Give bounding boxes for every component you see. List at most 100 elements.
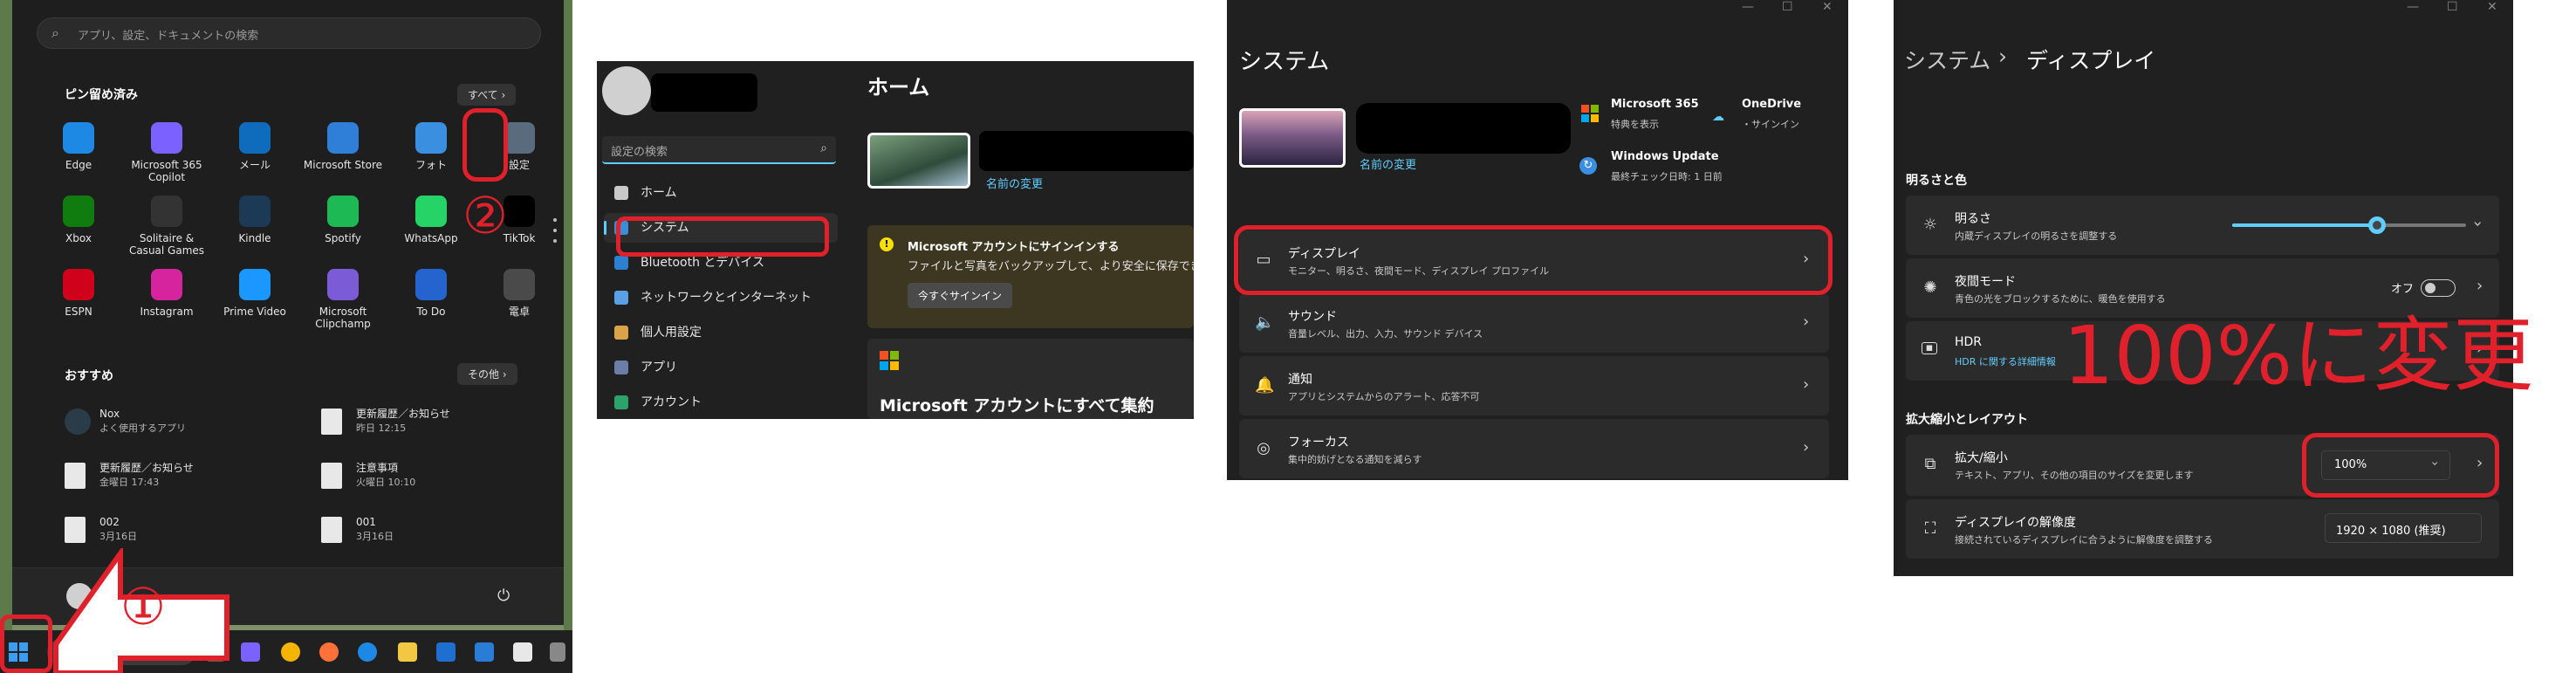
pinned-app[interactable]: Kindle (211, 196, 298, 244)
profile-avatar[interactable] (602, 66, 651, 115)
page-dot-3[interactable] (553, 239, 557, 243)
close-icon[interactable]: ✕ (1822, 0, 1833, 14)
app-icon (239, 269, 271, 300)
pinned-app[interactable]: To Do (387, 269, 475, 318)
item-sub: 集中的妨げとなる通知を減らす (1288, 454, 1422, 465)
pinned-app[interactable]: Prime Video (211, 269, 298, 318)
hdr-learn-more-link[interactable]: HDR に関する詳細情報 (1955, 354, 2056, 368)
recommended-item[interactable]: Nox よく使用するアプリ (65, 407, 291, 442)
taskbar-chrome-icon[interactable] (281, 642, 300, 662)
search-icon: ⌕ (51, 24, 59, 41)
app-icon (63, 196, 94, 227)
recommended-sub: 火曜日 10:10 (356, 477, 416, 488)
system-item[interactable]: ◎ フォーカス 集中的妨げとなる通知を減らす › (1239, 419, 1829, 478)
rename-link[interactable]: 名前の変更 (1360, 155, 1416, 172)
file-icon (65, 463, 86, 489)
pinned-app[interactable]: Microsoft Store (299, 122, 387, 171)
recommended-item[interactable]: 002 3月16日 (65, 515, 291, 550)
minimize-icon[interactable]: — (1742, 0, 1754, 14)
breadcrumb-parent[interactable]: システム (1904, 44, 1990, 75)
file-icon (65, 409, 91, 435)
start-menu-panel: ⌕ アプリ、設定、ドキュメントの検索 ピン留め済み すべて › Edge Micr… (0, 0, 572, 673)
nav-icon (614, 326, 628, 340)
taskbar-file-icon[interactable] (513, 642, 532, 662)
app-icon (415, 269, 447, 300)
pinned-app[interactable]: Solitaire & Casual Games (123, 196, 210, 257)
wallpaper-thumbnail[interactable] (867, 133, 970, 189)
resolution-dropdown[interactable]: 1920 × 1080 (推奨) (2325, 513, 2482, 543)
maximize-icon[interactable]: ☐ (2447, 0, 2458, 14)
start-search-box[interactable]: ⌕ アプリ、設定、ドキュメントの検索 (37, 17, 541, 49)
desktop-wallpaper-edge (0, 0, 12, 630)
nav-item[interactable]: ホーム (604, 178, 838, 208)
taskbar-edge-icon[interactable] (358, 642, 377, 662)
taskbar-firefox-icon[interactable] (319, 642, 339, 662)
close-icon[interactable]: ✕ (2487, 0, 2497, 14)
pinned-app[interactable]: Spotify (299, 196, 387, 244)
page-dot-2[interactable] (553, 229, 557, 232)
night-light-toggle[interactable] (2421, 279, 2456, 297)
chevron-right-icon: › (1803, 375, 1810, 394)
recommended-item[interactable]: 001 3月16日 (321, 515, 548, 550)
pinned-app[interactable]: Microsoft 365 Copilot (123, 122, 210, 183)
brightness-track[interactable] (2232, 216, 2466, 234)
more-button[interactable]: その他 › (457, 363, 517, 385)
app-icon (504, 122, 535, 154)
taskbar-notepad-icon[interactable] (475, 642, 494, 662)
microsoft-logo-icon (880, 351, 899, 370)
nav-item[interactable]: ネットワークとインターネット (604, 283, 838, 312)
wallpaper-thumbnail[interactable] (1239, 108, 1346, 168)
onedrive-title[interactable]: OneDrive (1742, 98, 1801, 111)
page-dot-1[interactable] (553, 218, 557, 222)
item-sub: アプリとシステムからのアラート、応答不可 (1288, 391, 1480, 402)
chevron-right-icon[interactable]: › (2477, 277, 2483, 295)
settings-search-placeholder: 設定の検索 (611, 146, 668, 159)
m365-title[interactable]: Microsoft 365 (1611, 98, 1699, 111)
signin-now-button[interactable]: 今すぐサインイン (908, 283, 1013, 308)
power-icon[interactable]: ⏻ (497, 587, 510, 605)
resolution-icon: ⛶ (1924, 519, 1936, 538)
system-panel: — ☐ ✕ システム 名前の変更 Microsoft 365 特典を表示 ☁ O… (1227, 0, 1848, 480)
change-to-100-annotation: 100%に変更 (2063, 309, 2534, 402)
resolution-card: ⛶ ディスプレイの解像度 接続されているディスプレイに合うように解像度を調整する… (1906, 499, 2499, 559)
nav-icon (614, 395, 628, 409)
recommended-title: 001 (356, 516, 376, 528)
taskbar-explorer-icon[interactable] (398, 642, 417, 662)
scale-highlight (2302, 433, 2499, 498)
recommended-item[interactable]: 更新履歴／お知らせ 昨日 12:15 (321, 407, 548, 442)
app-label: フォト (414, 159, 447, 171)
pinned-app[interactable]: Instagram (123, 269, 210, 318)
maximize-icon[interactable]: ☐ (1782, 0, 1793, 14)
taskbar-copilot-icon[interactable] (241, 642, 260, 662)
recommended-item[interactable]: 更新履歴／お知らせ 金曜日 17:43 (65, 461, 291, 496)
pinned-app[interactable]: Microsoft Clipchamp (299, 269, 387, 330)
pinned-app[interactable]: ESPN (35, 269, 122, 318)
all-apps-button[interactable]: すべて › (457, 84, 517, 106)
breadcrumb-current: ディスプレイ (2026, 48, 2156, 73)
night-light-icon: ✺ (1923, 278, 1937, 297)
pinned-app[interactable]: メール (211, 122, 298, 171)
pinned-app[interactable]: WhatsApp (387, 196, 475, 244)
system-item[interactable]: 🔔 通知 アプリとシステムからのアラート、応答不可 › (1239, 356, 1829, 415)
minimize-icon[interactable]: — (2407, 0, 2419, 14)
pinned-app[interactable]: フォト (387, 122, 475, 171)
warning-icon: ! (880, 237, 894, 251)
nav-item[interactable]: アプリ (604, 353, 838, 382)
taskbar-defender-icon[interactable] (436, 642, 456, 662)
system-item[interactable]: 🔈 サウンド 音量レベル、出力、入力、サウンド デバイス › (1239, 293, 1829, 353)
app-label: Instagram (140, 306, 194, 318)
settings-search-box[interactable]: 設定の検索 ⌕ (602, 136, 836, 164)
nav-item[interactable]: アカウント (604, 388, 838, 417)
app-label: Microsoft Store (303, 159, 383, 171)
pinned-app[interactable]: 電卓 (476, 269, 563, 318)
pinned-app[interactable]: Xbox (35, 196, 122, 244)
taskbar-tray-icon[interactable] (550, 642, 565, 662)
recommended-item[interactable]: 注意事項 火曜日 10:10 (321, 461, 548, 496)
nav-item[interactable]: 個人用設定 (604, 318, 838, 347)
brightness-slider-thumb[interactable] (2368, 216, 2387, 234)
chevron-down-icon[interactable]: › (2469, 221, 2487, 227)
rename-link[interactable]: 名前の変更 (986, 175, 1043, 191)
windows-update-title[interactable]: Windows Update (1611, 150, 1719, 163)
pinned-app[interactable]: Edge (35, 122, 122, 171)
app-label: Kindle (238, 232, 271, 244)
